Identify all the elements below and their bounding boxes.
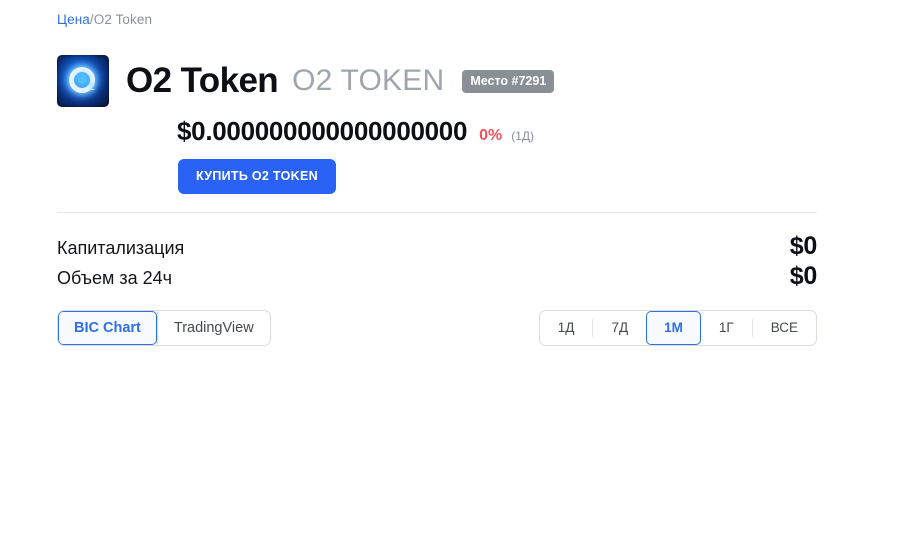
stat-value-market-cap: $0 <box>789 232 818 260</box>
range-all[interactable]: ВСЕ <box>753 311 816 345</box>
stat-label-market-cap: Капитализация <box>57 238 185 258</box>
chart-source-tabs: BIC Chart TradingView <box>57 310 271 346</box>
range-1y[interactable]: 1Г <box>701 311 752 345</box>
chart-controls: BIC Chart TradingView 1Д 7Д 1М 1Г ВСЕ <box>57 310 817 346</box>
price-change-period: (1Д) <box>511 129 535 143</box>
stat-row-volume-24h: Объем за 24ч $0 <box>57 262 817 292</box>
chart-canvas-area[interactable] <box>57 360 817 550</box>
breadcrumb-link-price[interactable]: Цена <box>57 12 90 27</box>
price-change-percent: 0% <box>479 127 503 144</box>
rank-badge: Место #7291 <box>462 69 555 93</box>
price-value: $0.000000000000000000 <box>177 116 468 146</box>
price-row: $0.000000000000000000 0% (1Д) <box>177 116 534 147</box>
logo-subscript: 2 <box>89 82 95 93</box>
tab-bic-chart[interactable]: BIC Chart <box>58 311 157 345</box>
range-1d[interactable]: 1Д <box>540 311 593 345</box>
breadcrumb: Цена/O2 Token <box>57 11 152 29</box>
stat-row-market-cap: Капитализация $0 <box>57 232 817 262</box>
range-1m[interactable]: 1М <box>646 311 701 345</box>
token-stats: Капитализация $0 Объем за 24ч $0 <box>57 232 817 292</box>
section-divider <box>57 212 817 213</box>
token-name: O2 Token <box>126 61 279 100</box>
breadcrumb-current-token: O2 Token <box>93 12 153 27</box>
tab-tradingview[interactable]: TradingView <box>156 311 270 345</box>
token-price-page: Цена/O2 Token 2 O2 Token O2 TOKEN Место … <box>0 0 904 557</box>
token-symbol: O2 TOKEN <box>292 64 445 97</box>
stat-label-volume-24h: Объем за 24ч <box>57 268 173 288</box>
time-range-selector: 1Д 7Д 1М 1Г ВСЕ <box>538 310 817 346</box>
range-7d[interactable]: 7Д <box>593 311 646 345</box>
token-header: 2 O2 Token O2 TOKEN Место #7291 <box>57 53 555 109</box>
o2-token-logo-icon: 2 <box>57 55 109 107</box>
buy-token-button[interactable]: КУПИТЬ O2 TOKEN <box>178 159 336 194</box>
stat-value-volume-24h: $0 <box>789 262 818 290</box>
